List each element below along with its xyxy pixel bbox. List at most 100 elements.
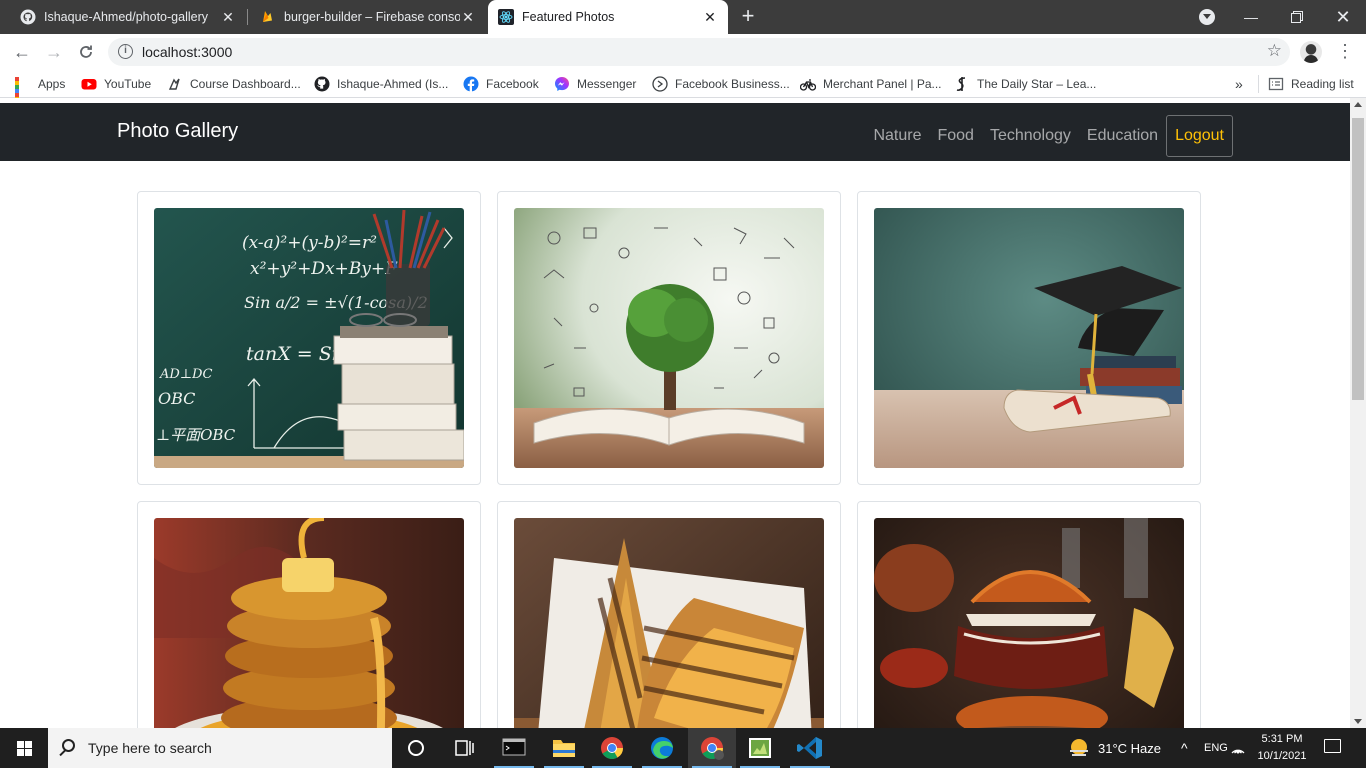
taskbar-edge[interactable] (638, 728, 686, 768)
minimize-button[interactable]: — (1228, 0, 1274, 34)
close-window-button[interactable]: ✕ (1320, 0, 1366, 34)
new-tab-button[interactable]: + (738, 4, 758, 28)
photo-card[interactable] (497, 191, 841, 485)
photo-tree-book[interactable] (514, 208, 824, 468)
github-icon (314, 76, 330, 92)
weather-widget[interactable]: 31°C Haze (1068, 728, 1161, 768)
bookmark-apps[interactable]: Apps (15, 70, 65, 113)
bookmark-messenger[interactable]: Messenger (554, 70, 636, 98)
svg-text:⊥平面OBC: ⊥平面OBC (156, 426, 236, 444)
reading-list-button[interactable]: Reading list (1258, 75, 1354, 93)
brand-title[interactable]: Photo Gallery (117, 120, 238, 143)
tab-search-icon[interactable] (1199, 9, 1215, 25)
messenger-icon (555, 77, 569, 91)
svg-text:OBC: OBC (158, 389, 195, 408)
back-button[interactable]: ← (10, 40, 34, 64)
pancakes-image (154, 518, 464, 728)
vscode-icon (797, 737, 822, 759)
bookmark-merchant-panel[interactable]: Merchant Panel | Pa... (800, 70, 942, 98)
close-icon[interactable]: ✕ (220, 9, 236, 26)
taskbar-chrome[interactable] (588, 728, 636, 768)
bookmark-label: Course Dashboard... (190, 77, 301, 91)
photo-card[interactable] (857, 191, 1201, 485)
tab-title: Ishaque-Ahmed/photo-gallery (44, 10, 208, 24)
more-bookmarks-button[interactable]: » (1235, 70, 1243, 98)
bookmark-course-dashboard[interactable]: Course Dashboard... (167, 70, 301, 98)
show-hidden-icons[interactable]: ^ (1181, 728, 1188, 768)
reading-list-icon (1268, 77, 1284, 91)
taskbar-chrome-active[interactable] (688, 728, 736, 768)
restore-button[interactable] (1274, 0, 1320, 34)
site-info-icon[interactable]: i (118, 44, 133, 59)
taskbar-vscode[interactable] (786, 728, 834, 768)
bookmark-youtube[interactable]: YouTube (81, 70, 151, 98)
cortana-button[interactable] (392, 728, 440, 768)
photo-graduation-cap[interactable] (874, 208, 1184, 468)
search-icon (62, 739, 75, 752)
photo-card[interactable] (497, 501, 841, 728)
page-scrollbar[interactable] (1350, 98, 1366, 728)
photo-math-chalkboard[interactable]: (x-a)²+(y-b)²=r² x²+y²+Dx+By+F Sin a/2 =… (154, 208, 464, 468)
photo-card[interactable] (137, 501, 481, 728)
photo-card[interactable]: (x-a)²+(y-b)²=r² x²+y²+Dx+By+F Sin a/2 =… (137, 191, 481, 485)
edge-icon (651, 737, 673, 759)
nav-link-education[interactable]: Education (1087, 127, 1158, 145)
taskbar-file-explorer[interactable] (540, 728, 588, 768)
bookmark-star-icon[interactable]: ☆ (1267, 41, 1282, 61)
nav-link-technology[interactable]: Technology (990, 127, 1071, 145)
taskbar-search-box[interactable]: Type here to search (48, 728, 392, 768)
profile-avatar[interactable] (1300, 41, 1322, 63)
bookmark-github-profile[interactable]: Ishaque-Ahmed (Is... (314, 70, 448, 98)
chrome-profile-icon (701, 737, 724, 760)
task-view-icon (455, 740, 474, 756)
bookmark-label: Facebook Business... (675, 77, 790, 91)
bookmarks-bar: Apps YouTube Course Dashboard... Ishaque… (0, 70, 1366, 113)
network-button[interactable] (1230, 728, 1246, 768)
bookmark-facebook-business[interactable]: Facebook Business... (652, 70, 790, 98)
bookmark-label: Facebook (486, 77, 539, 91)
apps-grid-icon (15, 76, 31, 113)
bookmark-label: YouTube (104, 77, 152, 91)
close-icon[interactable]: ✕ (460, 9, 476, 26)
tab-featured-photos[interactable]: Featured Photos ✕ (488, 0, 728, 34)
bookmark-facebook[interactable]: Facebook (463, 70, 539, 98)
nav-links: Nature Food Technology Education Logout (857, 115, 1233, 157)
start-button[interactable] (0, 728, 48, 768)
nav-link-nature[interactable]: Nature (873, 127, 921, 145)
reading-list-label: Reading list (1291, 77, 1354, 91)
notification-center-icon[interactable] (1324, 739, 1341, 753)
close-icon[interactable]: ✕ (702, 9, 718, 26)
taskbar-monitor-app[interactable] (736, 728, 784, 768)
reload-button[interactable] (74, 40, 98, 64)
language-text: ENG (1204, 742, 1228, 754)
reload-icon (80, 45, 92, 58)
nav-link-food[interactable]: Food (937, 127, 973, 145)
firebase-icon (263, 11, 272, 22)
folder-icon (553, 740, 575, 757)
windows-logo-icon (17, 741, 32, 756)
taskbar-terminal[interactable] (490, 728, 538, 768)
task-view-button[interactable] (440, 728, 488, 768)
burger-image (874, 518, 1184, 728)
tab-photo-gallery-repo[interactable]: Ishaque-Ahmed/photo-gallery ✕ (0, 0, 246, 34)
scroll-up-arrow[interactable] (1354, 102, 1362, 107)
photo-card[interactable] (857, 501, 1201, 728)
address-bar[interactable]: i localhost:3000 ☆ (108, 38, 1290, 66)
chrome-icon (601, 737, 623, 759)
browser-menu-icon[interactable]: ⋮ (1336, 42, 1354, 62)
forward-button[interactable]: → (42, 40, 66, 64)
photo-pancakes[interactable] (154, 518, 464, 728)
app-navbar: Photo Gallery Nature Food Technology Edu… (0, 103, 1350, 161)
course-icon (168, 78, 180, 90)
weather-text: 31°C Haze (1098, 740, 1162, 756)
taskbar-clock[interactable]: 5:31 PM 10/1/2021 (1252, 731, 1312, 765)
language-indicator[interactable]: ENG (1204, 728, 1228, 768)
scrollbar-thumb[interactable] (1352, 118, 1364, 400)
scroll-down-arrow[interactable] (1354, 719, 1362, 724)
photo-grilled-sandwich[interactable] (514, 518, 824, 728)
photo-pulled-pork-burger[interactable] (874, 518, 1184, 728)
bookmark-label: The Daily Star – Lea... (977, 77, 1097, 91)
logout-button[interactable]: Logout (1166, 115, 1233, 157)
tab-firebase-console[interactable]: burger-builder – Firebase console ✕ (240, 0, 486, 34)
bookmark-daily-star[interactable]: The Daily Star – Lea... (954, 70, 1096, 98)
